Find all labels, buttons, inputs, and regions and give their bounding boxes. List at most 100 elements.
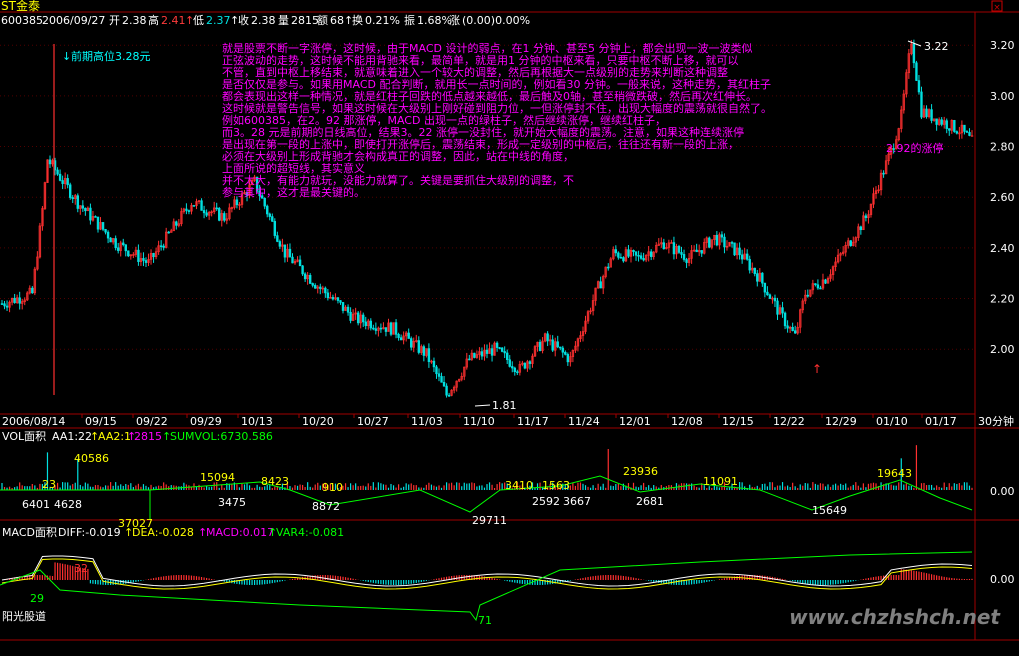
candle <box>200 200 203 211</box>
candle <box>915 62 918 81</box>
volume-value-label: 3475 <box>218 496 246 509</box>
candle <box>362 314 365 323</box>
volume-value-label: 15649 <box>812 504 847 517</box>
macd-dea: DEA:-0.028 <box>132 526 194 539</box>
high-label: 高 <box>148 13 159 27</box>
x-tick-label: 09/29 <box>190 415 222 428</box>
low-label: 低 <box>193 14 204 27</box>
candle <box>945 120 948 129</box>
candle <box>427 348 431 362</box>
volume-value-label: 1563 <box>542 479 570 492</box>
candle <box>793 330 797 334</box>
volume-value-label: 2592 <box>532 495 560 508</box>
period-label[interactable]: 30分钟 <box>978 414 1014 428</box>
candle <box>311 283 314 286</box>
candle <box>202 210 206 214</box>
volume-value-label: 40586 <box>74 452 109 465</box>
candle <box>538 341 542 351</box>
commentary-line: 是出现在第一段的上涨中，即使打开涨停后，震荡结束，形成一定级别的中枢后，往往还有… <box>222 137 739 151</box>
macd-y-tick: 0.00 <box>990 573 1015 586</box>
footer-label: 阳光股道 <box>2 609 46 623</box>
candle <box>440 376 443 383</box>
candle <box>546 333 549 342</box>
candle <box>69 184 72 198</box>
vol-value: 2815 <box>291 14 319 27</box>
candle <box>31 287 34 294</box>
volume-value-label: 4628 <box>54 498 82 511</box>
candle <box>685 259 688 263</box>
open-label: 开 <box>109 14 120 27</box>
candle <box>422 346 426 356</box>
candle <box>271 216 274 222</box>
candle <box>561 347 564 353</box>
candle <box>273 221 277 236</box>
candle <box>607 266 610 269</box>
volume-value-label: 19643 <box>877 467 912 480</box>
candle <box>955 131 959 134</box>
candle <box>235 199 239 206</box>
candle <box>18 297 21 304</box>
limit-label: 2.92的涨停 <box>886 141 944 155</box>
candle <box>266 205 269 215</box>
candle <box>331 297 335 300</box>
candle <box>677 246 681 253</box>
candle <box>963 124 966 132</box>
vol-panel-header: VOL面积 AA1:22 ↑ AA2:1 ↑ 2815 ↑ SUMVOL:673… <box>2 430 273 443</box>
x-axis: 2006/08/14 09/15 09/22 09/29 10/13 10/20 10/27… <box>2 414 957 428</box>
candle <box>101 222 105 230</box>
quote-line: 600385 2006/09/27 开 2.38 高 2.41 ↑ 低 2.37… <box>1 13 530 27</box>
x-tick-label: 12/15 <box>722 415 754 428</box>
x-tick-label: 01/10 <box>876 415 908 428</box>
candle <box>144 260 148 263</box>
x-tick-label: 2006/08/14 <box>2 415 65 428</box>
candle <box>556 341 559 348</box>
candle <box>720 234 724 238</box>
candle <box>748 259 751 271</box>
candle <box>627 249 630 257</box>
candle <box>940 119 943 125</box>
candle <box>319 286 322 289</box>
low-label: 1.81 <box>492 399 517 412</box>
volume-value-label: 2681 <box>636 495 664 508</box>
candle <box>506 352 509 360</box>
candle <box>407 332 410 339</box>
candle <box>223 213 226 221</box>
candle <box>619 257 623 259</box>
candle <box>490 348 494 356</box>
x-tick-label: 09/22 <box>136 415 168 428</box>
candle <box>374 328 378 331</box>
candle <box>503 351 506 354</box>
candle <box>806 294 810 297</box>
vol-label: 量 <box>278 14 289 27</box>
candle <box>263 197 266 207</box>
candle <box>700 250 703 254</box>
candle <box>71 197 74 199</box>
candle <box>948 128 951 131</box>
candle <box>162 245 165 248</box>
candle <box>745 253 749 260</box>
candle <box>622 257 625 262</box>
candle <box>814 283 817 286</box>
candle <box>480 351 484 357</box>
candle <box>122 242 125 246</box>
candle <box>3 303 6 307</box>
candle <box>339 300 342 303</box>
candle <box>303 273 307 280</box>
commentary-line: 是否仅仅是参与。如果用MACD 配合判断，就用长一点时间的，例如看30 分钟。一… <box>222 77 771 91</box>
volume-value-label: 15094 <box>200 471 235 484</box>
commentary-line: 不管，直到中枢上移结束，就意味着进入一个较大的调整，然后再根据大一点级别的走势来… <box>222 65 728 79</box>
candle <box>786 325 789 329</box>
candle <box>66 178 69 186</box>
macd-panel-header: MACD面积 DIFF:-0.019 ↑ DEA:-0.028 ↑ MACD:0… <box>2 526 344 539</box>
commentary-line: 并不太大，有能力就玩，没能力就算了。关键是要抓住大级别的调整，不 <box>222 173 574 187</box>
candle <box>968 132 971 136</box>
candle <box>96 216 100 230</box>
vol-value-label: 2815 <box>134 430 162 443</box>
price-y-axis: 3.20 3.00 2.80 2.60 2.40 2.20 2.00 <box>990 39 1015 356</box>
candle <box>109 237 112 243</box>
stock-code: 600385 <box>1 14 43 27</box>
chg-label: 涨 <box>449 14 460 27</box>
candle <box>649 251 653 257</box>
candle <box>708 237 711 248</box>
candle <box>417 340 420 353</box>
